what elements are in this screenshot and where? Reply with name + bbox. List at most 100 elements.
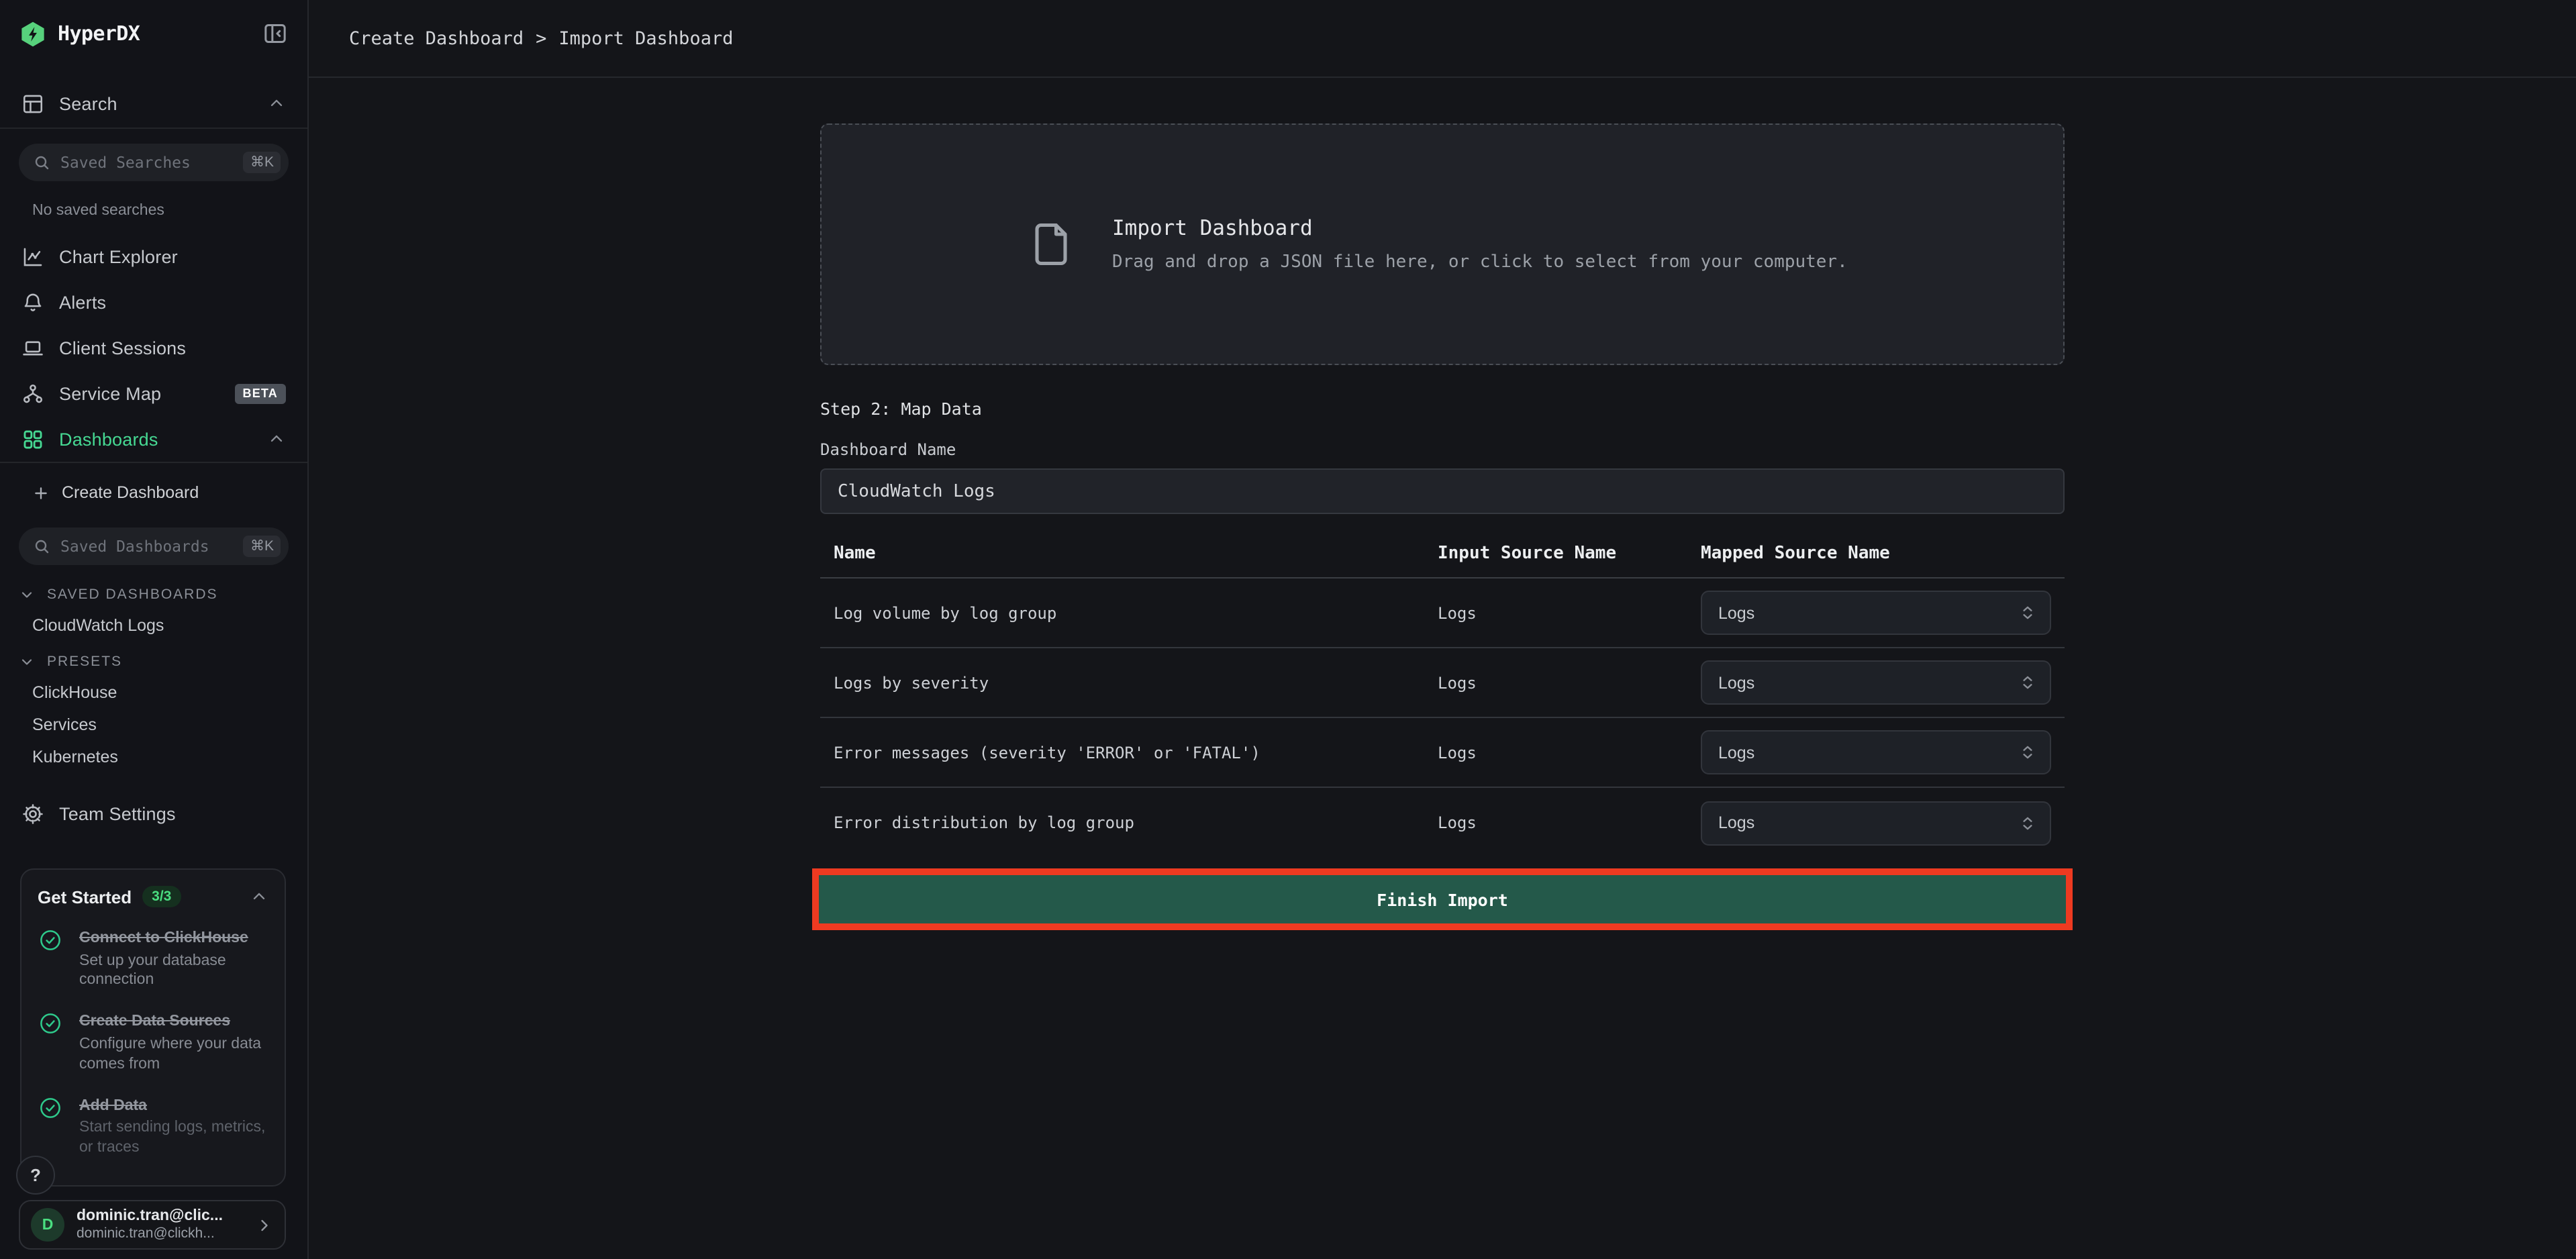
beta-badge: BETA [235,383,286,403]
laptop-icon [21,336,44,359]
column-header-mapped-source: Mapped Source Name [1701,544,2065,564]
progress-badge: 3/3 [142,886,181,907]
finish-import-button[interactable]: Finish Import [819,875,2066,923]
step-desc: Set up your database connection [79,951,268,991]
sidebar-item-service-map[interactable]: Service Map BETA [0,370,307,416]
create-dashboard-label: Create Dashboard [62,483,199,502]
sidebar-divider [0,128,307,129]
sidebar-item-client-sessions[interactable]: Client Sessions [0,325,307,370]
sidebar-divider [0,462,307,463]
table-row: Error messages (severity 'ERROR' or 'FAT… [820,718,2065,788]
mapped-source-select[interactable]: Logs [1701,660,2051,705]
sidebar-item-label: Dashboards [59,429,158,449]
magnifier-icon [34,538,50,554]
sidebar-item-alerts[interactable]: Alerts [0,279,307,325]
user-menu[interactable]: D dominic.tran@clic... dominic.tran@clic… [19,1200,286,1250]
search-layout-icon [21,92,44,115]
sidebar-item-label: Alerts [59,292,106,312]
mapped-source-select[interactable]: Logs [1701,591,2051,635]
magnifier-icon [34,154,50,170]
column-header-input-source: Input Source Name [1438,544,1701,564]
file-icon [1026,213,1075,275]
service-map-icon [21,382,44,405]
sidebar-item-search[interactable]: Search [0,85,307,122]
table-header-row: Name Input Source Name Mapped Source Nam… [820,544,2065,578]
breadcrumb-create-dashboard[interactable]: Create Dashboard [349,28,524,49]
sidebar-item-team-settings[interactable]: Team Settings [0,796,307,831]
input-source-name: Logs [1438,813,1701,832]
hyperdx-logo-icon [19,19,47,48]
app-window: HyperDX Search [0,0,2576,1259]
json-dropzone[interactable]: Import Dashboard Drag and drop a JSON fi… [820,123,2065,365]
import-panel: Import Dashboard Drag and drop a JSON fi… [820,78,2065,930]
dropzone-subtitle: Drag and drop a JSON file here, or click… [1112,252,1848,272]
chart-name: Logs by severity [820,673,1438,692]
get-started-header[interactable]: Get Started 3/3 [38,886,268,907]
sidebar-item-label: Client Sessions [59,338,186,358]
saved-searches-searchbox[interactable]: ⌘K [19,144,289,181]
column-header-name: Name [820,544,1438,564]
input-source-name: Logs [1438,743,1701,762]
get-started-card: Get Started 3/3 Connect to ClickHouse Se… [20,868,286,1187]
mapped-source-select[interactable]: Logs [1701,801,2051,845]
section-presets[interactable]: PRESETS [0,647,307,676]
input-source-name: Logs [1438,673,1701,692]
table-row: Logs by severity Logs Logs [820,648,2065,718]
breadcrumb: Create Dashboard>Import Dashboard [349,28,733,49]
saved-dashboards-searchbox[interactable]: ⌘K [19,527,289,565]
shortcut-badge: ⌘K [244,152,281,173]
dashboards-grid-icon [21,427,44,450]
breadcrumb-import-dashboard: Import Dashboard [558,28,733,49]
main-area: Create Dashboard>Import Dashboard Import… [309,0,2576,1259]
help-button[interactable]: ? [16,1156,55,1195]
chevron-down-icon [19,654,35,670]
check-circle-icon [38,927,63,953]
no-saved-searches-note: No saved searches [32,203,307,219]
create-dashboard-button[interactable]: Create Dashboard [0,472,307,513]
table-row: Log volume by log group Logs Logs [820,578,2065,648]
chevron-up-icon [267,94,286,113]
dropzone-title: Import Dashboard [1112,216,1848,240]
chevron-up-icon [250,887,268,906]
select-chevrons-icon [2019,604,2036,621]
get-started-step-add-data[interactable]: Add Data Start sending logs, metrics, or… [38,1093,268,1159]
chart-explorer-icon [21,245,44,268]
bell-icon [21,291,44,313]
step-title: Add Data [79,1098,147,1114]
sidebar-item-dashboards[interactable]: Dashboards [0,416,307,462]
highlight-annotation: Finish Import [812,868,2073,930]
sidebar-item-label: Service Map [59,383,161,403]
team-settings-label: Team Settings [59,803,176,823]
section-label: SAVED DASHBOARDS [47,587,218,603]
get-started-title: Get Started [38,887,132,907]
saved-searches-input[interactable] [60,153,244,172]
sidebar-item-chart-explorer[interactable]: Chart Explorer [0,234,307,279]
logo-link[interactable]: HyperDX [0,0,307,67]
section-label: PRESETS [47,654,122,670]
chevron-up-icon [267,430,286,448]
table-row: Error distribution by log group Logs Log… [820,788,2065,858]
chevron-right-icon [255,1215,274,1234]
sidebar-item-clickhouse[interactable]: ClickHouse [0,676,307,709]
get-started-step-sources[interactable]: Create Data Sources Configure where your… [38,1009,268,1075]
step-title: Connect to ClickHouse [79,930,248,946]
breadcrumb-separator: > [524,28,558,49]
sidebar: HyperDX Search [0,0,309,1259]
saved-dashboards-input[interactable] [60,537,244,556]
chevron-down-icon [19,587,35,603]
chart-name: Log volume by log group [820,603,1438,622]
sidebar-item-label: Chart Explorer [59,246,178,266]
check-circle-icon [38,1011,63,1037]
sidebar-item-services[interactable]: Services [0,709,307,741]
get-started-step-connect[interactable]: Connect to ClickHouse Set up your databa… [38,925,268,991]
dashboard-name-input[interactable] [820,468,2065,514]
select-chevrons-icon [2019,674,2036,691]
selected-value: Logs [1718,603,1754,622]
mapped-source-select[interactable]: Logs [1701,730,2051,774]
page-header: Create Dashboard>Import Dashboard [309,0,2576,78]
collapse-sidebar-icon[interactable] [262,20,289,47]
section-saved-dashboards[interactable]: SAVED DASHBOARDS [0,580,307,609]
sidebar-item-kubernetes[interactable]: Kubernetes [0,741,307,773]
shortcut-badge: ⌘K [244,536,281,557]
sidebar-item-cloudwatch-logs[interactable]: CloudWatch Logs [0,609,307,642]
